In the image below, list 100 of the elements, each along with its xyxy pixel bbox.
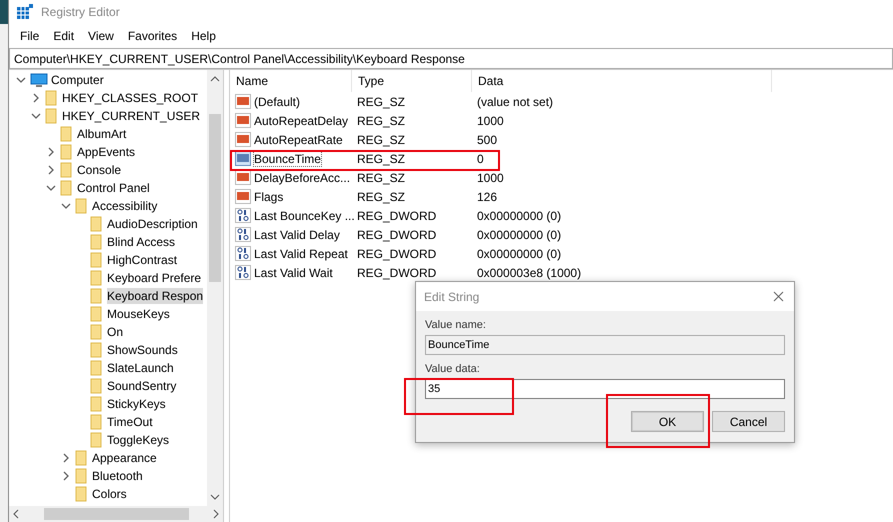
dialog-title: Edit String [424,290,480,304]
string-value-icon [235,170,251,185]
collapse-chevron-icon[interactable] [31,111,41,121]
folder-icon [75,198,89,214]
scroll-left-icon[interactable] [11,509,21,519]
tree-item[interactable]: SoundSentry [107,378,176,394]
folder-icon [90,396,104,412]
menu-item[interactable]: File [13,29,46,43]
folder-icon [90,360,104,376]
column-header[interactable]: Type [352,70,472,92]
value-data: 500 [477,132,498,146]
value-type: REG_DWORD [357,246,436,260]
folder-icon [45,90,59,106]
field-label: Value name: [425,319,487,331]
folder-icon [45,108,59,124]
column-header[interactable]: Data [472,70,772,92]
value-data: 126 [477,190,498,204]
value-name[interactable]: Last BounceKey ... [254,208,355,222]
value-data-field[interactable]: 35 [425,379,785,399]
folder-icon [90,306,104,322]
value-name[interactable]: BounceTime [254,152,321,166]
monitor-icon [30,72,48,88]
value-data: (value not set) [477,94,554,108]
tree-item[interactable]: AppEvents [77,144,136,160]
registry-app-icon [17,4,33,20]
value-type: REG_SZ [357,114,406,128]
value-name[interactable]: AutoRepeatDelay [254,114,348,128]
string-value-icon [235,189,251,204]
value-data: 1000 [477,114,504,128]
tree-item[interactable]: AlbumArt [77,126,126,142]
horizontal-scrollbar[interactable] [9,506,223,522]
folder-icon [75,468,89,484]
value-data: 0 [477,152,484,166]
binary-value-icon [235,227,251,242]
scroll-up-icon[interactable] [210,74,220,84]
value-name[interactable]: Last Valid Repeat [254,246,348,260]
binary-value-icon [235,208,251,223]
tree-item[interactable]: SlateLaunch [107,360,174,376]
tree-item[interactable]: Colors [92,486,127,502]
tree-item[interactable]: On [107,324,124,340]
folder-icon [60,126,74,142]
expand-chevron-icon[interactable] [31,93,41,103]
dialog-button[interactable]: Cancel [712,411,785,432]
value-type: REG_DWORD [357,228,436,242]
value-data: 0x00000000 (0) [477,228,562,242]
tree-item[interactable]: Control Panel [77,180,150,196]
value-data: 0x000003e8 (1000) [477,266,582,280]
vertical-scrollbar[interactable] [207,70,223,506]
address-bar[interactable]: Computer\HKEY_CURRENT_USER\Control Panel\Accessibility\Keyboard Response [9,48,893,69]
tree-item[interactable]: Blind Access [107,234,176,250]
value-name[interactable]: Last Valid Delay [254,228,340,242]
tree-item[interactable]: Keyboard Respon [107,288,204,304]
folder-icon [90,234,104,250]
tree-item[interactable]: Console [77,162,122,178]
tree-item[interactable]: Appearance [92,450,157,466]
value-data: 0x00000000 (0) [477,208,562,222]
binary-value-icon [235,265,251,280]
string-value-icon [235,94,251,109]
tree-item[interactable]: Bluetooth [92,468,143,484]
scroll-down-icon[interactable] [210,492,220,502]
menu-item[interactable]: Help [184,29,223,43]
value-name[interactable]: (Default) [254,94,300,108]
column-header[interactable]: Name [230,70,352,92]
scroll-right-icon[interactable] [211,509,221,519]
menu-item[interactable]: Edit [46,29,82,43]
tree-item[interactable]: ShowSounds [107,342,178,358]
folder-icon [75,450,89,466]
tree-item[interactable]: TimeOut [107,414,153,430]
collapse-chevron-icon[interactable] [16,75,26,85]
tree-item[interactable]: ToggleKeys [107,432,170,448]
value-name[interactable]: AutoRepeatRate [254,132,343,146]
value-name[interactable]: DelayBeforeAcc... [254,170,350,184]
value-type: REG_DWORD [357,266,436,280]
tree-item[interactable]: Keyboard Prefere [107,270,202,286]
tree-item[interactable]: HKEY_CLASSES_ROOT [62,90,198,106]
value-type: REG_SZ [357,170,406,184]
value-data: 1000 [477,170,504,184]
tree-item[interactable]: MouseKeys [107,306,170,322]
tree-item[interactable]: HKEY_CURRENT_USER [62,108,200,124]
tree-item[interactable]: StickyKeys [107,396,166,412]
tree-item[interactable]: HighContrast [107,252,178,268]
folder-icon [60,162,74,178]
folder-icon [90,216,104,232]
folder-icon [90,288,104,304]
value-name[interactable]: Last Valid Wait [254,266,333,280]
value-type: REG_SZ [357,152,406,166]
tree-item[interactable]: Computer [51,72,104,88]
value-type: REG_DWORD [357,208,436,222]
value-data: 0x00000000 (0) [477,246,562,260]
folder-icon [90,432,104,448]
value-name-field[interactable]: BounceTime [425,335,785,355]
menu-item[interactable]: View [81,29,121,43]
binary-value-icon [235,246,251,261]
value-name[interactable]: Flags [254,190,284,204]
value-type: REG_SZ [357,94,406,108]
dialog-button[interactable]: OK [631,411,704,432]
tree-item[interactable]: AudioDescription [107,216,198,232]
tree-item[interactable]: Accessibility [92,198,158,214]
menu-item[interactable]: Favorites [120,29,184,43]
close-icon[interactable] [773,291,784,302]
